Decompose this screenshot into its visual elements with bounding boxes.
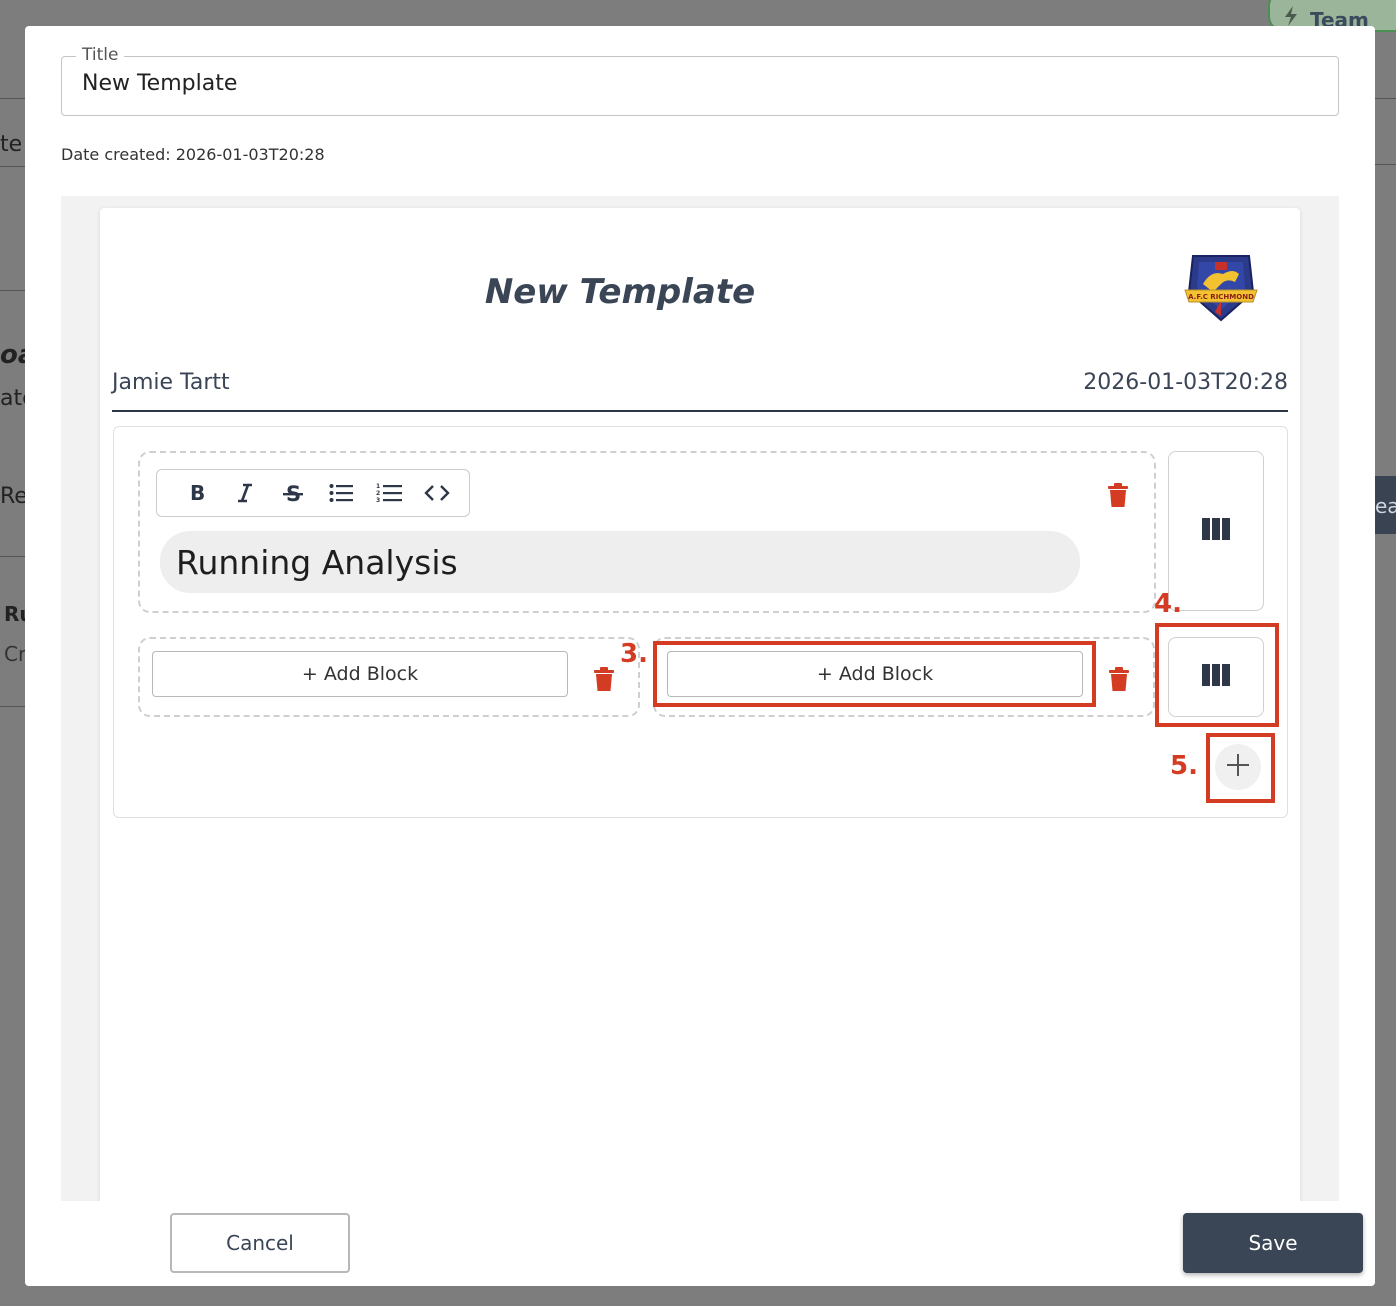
text-block[interactable]: B S 123 [138, 451, 1156, 613]
add-block-button[interactable]: + Add Block [152, 651, 568, 697]
text-block-content[interactable]: Running Analysis [160, 531, 1080, 593]
save-button[interactable]: Save [1183, 1213, 1363, 1273]
row-layout-columns-button[interactable] [1168, 451, 1264, 611]
strikethrough-icon[interactable]: S [269, 473, 317, 513]
divider [0, 98, 25, 99]
author-name: Jamie Tartt [112, 370, 230, 395]
divider [1375, 98, 1396, 99]
svg-text:2: 2 [376, 490, 380, 497]
divider [0, 166, 25, 167]
annotation-box [653, 641, 1096, 707]
empty-block: + Add Block [138, 637, 640, 717]
title-field[interactable]: Title [61, 45, 1339, 116]
svg-text:A.F.C RICHMOND: A.F.C RICHMOND [1188, 293, 1254, 301]
template-preview-area: New Template A.F.C RICHMOND Jamie Tartt … [61, 196, 1339, 1228]
bold-icon[interactable]: B [173, 473, 221, 513]
annotation-label: 5. [1170, 751, 1198, 781]
numbered-list-icon[interactable]: 123 [365, 473, 413, 513]
bullet-list-icon[interactable] [317, 473, 365, 513]
backdrop-text: Cr [4, 642, 27, 666]
club-logo: A.F.C RICHMOND [1183, 252, 1259, 324]
annotation-label: 3. [620, 639, 648, 669]
delete-block-trash-icon[interactable] [1108, 483, 1130, 509]
annotation-box [1206, 733, 1275, 803]
svg-text:3: 3 [376, 497, 380, 504]
delete-block-trash-icon[interactable] [1109, 667, 1131, 693]
template-heading: New Template [484, 272, 756, 312]
divider [0, 706, 25, 707]
divider [0, 556, 25, 557]
svg-text:B: B [190, 483, 205, 503]
title-legend: Title [76, 45, 125, 65]
backdrop-text: te [0, 132, 23, 157]
cancel-button[interactable]: Cancel [170, 1213, 350, 1273]
delete-block-trash-icon[interactable] [594, 667, 616, 693]
date-created: Date created: 2026-01-03T20:28 [61, 145, 325, 164]
divider [0, 290, 25, 291]
backdrop-tab[interactable]: ea [1375, 476, 1396, 534]
template-editor-dialog: Title Date created: 2026-01-03T20:28 New… [25, 26, 1375, 1286]
header-divider [112, 410, 1288, 412]
divider [1375, 164, 1396, 165]
template-blocks-container: B S 123 [113, 426, 1288, 818]
svg-text:1: 1 [376, 483, 380, 490]
formatting-toolbar: B S 123 [156, 469, 470, 517]
title-input[interactable] [82, 71, 1282, 96]
annotation-box [1155, 623, 1279, 727]
dialog-footer: Cancel Save [25, 1201, 1375, 1286]
annotation-label: 4. [1154, 589, 1182, 619]
code-icon[interactable] [413, 473, 461, 513]
backdrop-text: Re [0, 484, 28, 509]
template-date: 2026-01-03T20:28 [1083, 370, 1288, 395]
columns-icon [1202, 518, 1230, 544]
template-page: New Template A.F.C RICHMOND Jamie Tartt … [100, 208, 1300, 1228]
italic-icon[interactable] [221, 473, 269, 513]
